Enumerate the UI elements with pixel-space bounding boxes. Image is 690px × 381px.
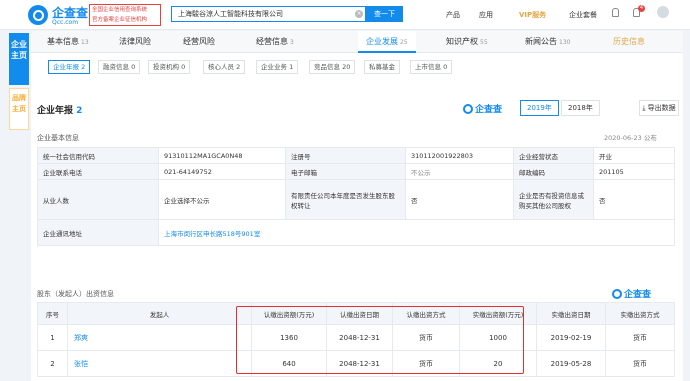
- credit-badge-line2: 官方备案企业征信机构: [92, 17, 148, 23]
- investor-name-link[interactable]: 郑爽: [67, 324, 252, 351]
- table-row: 从业人数 企业选择不公示 有限责任公司本年度是否发生股东股权转让 否 企业是否有…: [37, 179, 675, 220]
- info-value: 201105: [593, 163, 675, 180]
- investor-name-link[interactable]: 张恺: [67, 350, 252, 377]
- info-key: 企业联系电话: [37, 163, 159, 180]
- main-tabs: 基本信息 13 法律风险 经营风险 经营信息 3 企业发展 25 知识产权 55 新闻公…: [31, 31, 683, 53]
- search-input[interactable]: 上海駿谷涼人工智能科技有限公司: [171, 6, 366, 22]
- info-value: 不公示: [405, 163, 514, 180]
- subtab-competitors[interactable]: 竞品信息 20: [309, 60, 356, 74]
- year-2018-button[interactable]: 2018年: [561, 100, 600, 116]
- annual-report-title: 企业年报 2: [37, 106, 83, 116]
- info-key: 企业通讯地址: [37, 219, 159, 246]
- subtab-listing[interactable]: 上市信息 0: [410, 60, 453, 74]
- basic-info-subtitle: 企业基本信息: [37, 134, 79, 142]
- side-tab-company-home[interactable]: 企业主页: [9, 33, 29, 85]
- tab-business-risk[interactable]: 经营风险: [183, 31, 215, 53]
- address-link[interactable]: 上海市闵行区申长路518号901室: [158, 219, 675, 246]
- info-key: 企业是否有投资信息或购买其他公司股权: [513, 179, 594, 220]
- subtab-business[interactable]: 企业业务 1: [256, 60, 299, 74]
- tab-ip[interactable]: 知识产权 55: [446, 31, 488, 53]
- paid-date: 2019-05-28: [536, 350, 606, 377]
- column-header: 实缴出资方式: [605, 302, 675, 325]
- info-value: 021-64149752: [158, 163, 286, 180]
- notification-count: 4: [638, 5, 645, 12]
- publish-date: 2020-06-23 公布: [604, 134, 657, 142]
- avatar[interactable]: [657, 6, 669, 18]
- info-key: 有限责任公司本年度是否发生股东股权转让: [285, 179, 406, 220]
- tab-legal-risk[interactable]: 法律风险: [119, 31, 151, 53]
- top-bar: 企查查 Qcc.com 全国企业信用查询系统 官方备案企业征信机构 上海駿谷涼人…: [0, 0, 690, 30]
- year-2019-button[interactable]: 2019年: [520, 100, 559, 116]
- paid-method: 货币: [605, 324, 675, 351]
- column-header: 发起人: [67, 302, 252, 325]
- nav-vip[interactable]: VIP服务: [519, 10, 546, 20]
- logo-subtext: Qcc.com: [52, 19, 79, 26]
- info-value: 否: [405, 179, 514, 220]
- info-value: 91310112MA1GCA0N48: [158, 147, 286, 164]
- table-row: 企业联系电话 021-64149752 电子邮箱 不公示 邮政编码 201105: [37, 163, 675, 180]
- column-header: 序号: [37, 302, 68, 325]
- tab-basic-info[interactable]: 基本信息 13: [47, 31, 89, 53]
- credit-badge[interactable]: 全国企业信用查询系统 官方备案企业征信机构: [89, 4, 161, 26]
- info-key: 统一社会信用代码: [37, 147, 159, 164]
- subtab-investors[interactable]: 投资机构 0: [148, 60, 191, 74]
- phone-icon[interactable]: [612, 8, 619, 17]
- subtab-private-fund[interactable]: 私募基金: [364, 60, 400, 74]
- sub-tabs: 企业年报 2 融资信息 0 投资机构 0 核心人员 2 企业业务 1 竞品信息 …: [31, 53, 683, 81]
- info-value: 否: [593, 179, 675, 220]
- info-key: 注册号: [285, 147, 406, 164]
- info-key: 电子邮箱: [285, 163, 406, 180]
- side-tab-brand-home[interactable]: 品牌主页: [9, 88, 29, 130]
- tab-history[interactable]: 历史信息: [613, 31, 645, 53]
- download-icon: ⤓: [642, 104, 646, 112]
- qcc-brand-icon: [612, 289, 622, 299]
- info-value: 企业选择不公示: [158, 179, 286, 220]
- table-row: 统一社会信用代码 91310112MA1GCA0N48 注册号 31011200…: [37, 147, 675, 164]
- export-label: 导出数据: [647, 104, 676, 112]
- subtab-annual-report[interactable]: 企业年报 2: [48, 60, 91, 74]
- basic-info-table: 统一社会信用代码 91310112MA1GCA0N48 注册号 31011200…: [37, 147, 675, 246]
- info-key: 邮政编码: [513, 163, 594, 180]
- row-index: 1: [37, 324, 68, 351]
- qcc-brand-mark: 企查查: [612, 287, 651, 300]
- clear-search-icon[interactable]: ×: [355, 10, 363, 18]
- nav-product[interactable]: 产品: [446, 10, 460, 20]
- info-key: 企业经营状态: [513, 147, 594, 164]
- table-row: 企业通讯地址 上海市闵行区申长路518号901室: [37, 219, 675, 246]
- info-value: 310112001922803: [405, 147, 514, 164]
- column-header: 实缴出资日期: [536, 302, 606, 325]
- row-index: 2: [37, 350, 68, 377]
- highlight-box: [236, 306, 524, 374]
- tab-news[interactable]: 新闻公告 130: [525, 31, 570, 53]
- paid-date: 2019-02-19: [536, 324, 606, 351]
- info-key: 从业人数: [37, 179, 159, 220]
- subtab-financing[interactable]: 融资信息 0: [98, 60, 141, 74]
- paid-method: 货币: [605, 350, 675, 377]
- tab-business-info[interactable]: 经营信息 3: [256, 31, 294, 53]
- credit-badge-line1: 全国企业信用查询系统: [92, 7, 148, 13]
- qcc-logo-icon[interactable]: [28, 5, 48, 25]
- subtab-core-staff[interactable]: 核心人员 2: [203, 60, 246, 74]
- export-data-button[interactable]: ⤓ 导出数据: [639, 100, 679, 116]
- investors-title: 股东（发起人）出资信息: [37, 290, 114, 298]
- qcc-brand-icon: [463, 104, 473, 114]
- nav-enterprise-package[interactable]: 企业套餐: [569, 10, 597, 20]
- tab-development[interactable]: 企业发展 25: [358, 31, 416, 53]
- search-button[interactable]: 查一下: [366, 6, 403, 22]
- qcc-brand-mark: 企查查: [463, 102, 502, 115]
- info-value: 开业: [593, 147, 675, 164]
- nav-apps[interactable]: 应用: [479, 10, 493, 20]
